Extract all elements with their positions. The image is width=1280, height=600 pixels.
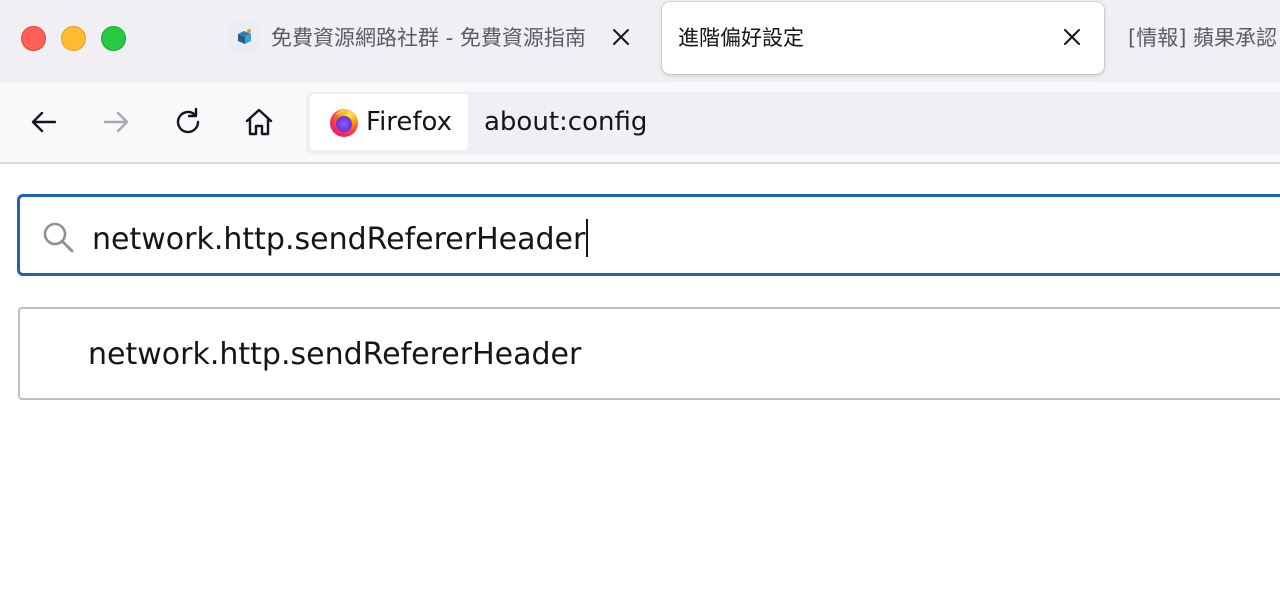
tab-advanced-preferences[interactable]: 進階偏好設定 xyxy=(662,2,1104,74)
forward-icon xyxy=(103,111,129,133)
tab-title: 免費資源網路社群 - 免費資源指南 xyxy=(271,26,586,50)
tab-news-apple[interactable]: [情報] 蘋果承認 xyxy=(1118,2,1280,74)
search-icon xyxy=(43,222,74,253)
home-button[interactable] xyxy=(241,104,277,140)
home-icon xyxy=(245,108,273,136)
text-caret xyxy=(586,219,589,257)
navigation-toolbar: Firefox about:config xyxy=(0,82,1280,164)
back-button[interactable] xyxy=(26,104,62,140)
identity-label: Firefox xyxy=(366,107,453,137)
config-search-input[interactable]: network.http.sendRefererHeader xyxy=(17,194,1280,276)
url-bar[interactable]: Firefox about:config xyxy=(306,92,1280,154)
preference-name: network.http.sendRefererHeader xyxy=(88,337,582,372)
forward-button[interactable] xyxy=(98,104,134,140)
search-value: network.http.sendRefererHeader xyxy=(92,222,586,257)
url-text[interactable]: about:config xyxy=(484,107,647,137)
identity-box[interactable]: Firefox xyxy=(310,94,468,150)
tab-close-icon[interactable] xyxy=(1060,25,1084,49)
reload-icon xyxy=(176,107,200,134)
browser-window: 免費資源網路社群 - 免費資源指南 進階偏好設定 [情報] 蘋果承認 Firef… xyxy=(0,0,1280,600)
tab-free-resources[interactable]: 免費資源網路社群 - 免費資源指南 xyxy=(222,2,642,74)
tab-strip: 免費資源網路社群 - 免費資源指南 進階偏好設定 [情報] 蘋果承認 xyxy=(0,0,1280,82)
tab-title: 進階偏好設定 xyxy=(678,26,804,50)
window-maximize-button[interactable] xyxy=(101,26,126,51)
reload-button[interactable] xyxy=(170,104,206,140)
tab-title: [情報] 蘋果承認 xyxy=(1128,26,1278,50)
config-preference-row[interactable]: network.http.sendRefererHeader xyxy=(18,307,1280,400)
window-minimize-button[interactable] xyxy=(61,26,86,51)
site-logo-icon xyxy=(230,22,260,52)
back-icon xyxy=(31,111,57,133)
tab-close-icon[interactable] xyxy=(609,25,633,49)
window-close-button[interactable] xyxy=(21,26,46,51)
firefox-logo-icon xyxy=(330,109,358,137)
